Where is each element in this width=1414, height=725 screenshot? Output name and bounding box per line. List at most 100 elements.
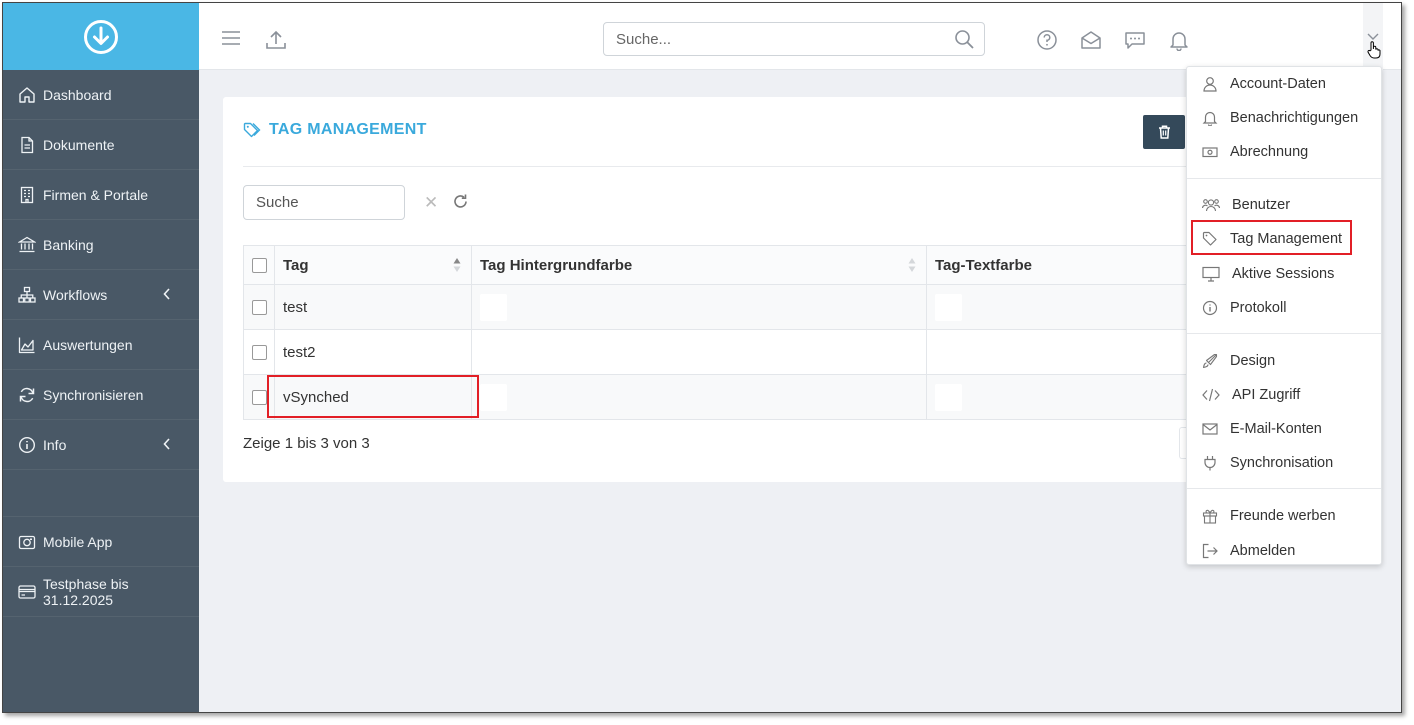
menu-item-abrechnung[interactable]: Abrechnung [1187,137,1381,167]
row-checkbox[interactable] [252,390,267,406]
chevron-left-icon [163,438,170,450]
search-icon[interactable] [954,29,975,50]
menu-item-aktive-sessions[interactable]: Aktive Sessions [1187,259,1381,289]
plug-icon [1204,456,1216,471]
sidebar-item-auswertungen[interactable]: Auswertungen [3,320,199,370]
table-search-placeholder: Suche [256,194,299,211]
sidebar-item-banking[interactable]: Banking [3,220,199,270]
sidebar-item-synchronisieren[interactable]: Synchronisieren [3,370,199,420]
logo[interactable] [3,3,199,70]
code-icon [1202,388,1220,402]
search-placeholder: Suche... [616,30,672,48]
menu-divider [1187,333,1381,334]
help-icon[interactable] [1036,29,1058,51]
logout-icon [1202,543,1218,559]
info-icon [1202,300,1218,316]
sidebar-item-label: Banking [43,236,94,253]
clear-search-icon[interactable]: ✕ [424,193,438,213]
sidebar-item-label: Firmen & Portale [43,186,149,203]
sort-icon [908,258,916,272]
menu-divider [1187,488,1381,489]
row-checkbox-cell [243,284,275,330]
sidebar-item-dokumente[interactable]: Dokumente [3,120,199,170]
color-swatch [480,293,507,321]
pagination-info: Zeige 1 bis 3 von 3 [243,435,370,452]
sidebar-item-dashboard[interactable]: Dashboard [3,70,199,120]
global-search-input[interactable]: Suche... [603,22,985,56]
chevron-down-icon [1367,33,1379,40]
download-logo-icon [84,19,118,54]
page-title-text: TAG MANAGEMENT [269,121,427,138]
delete-button[interactable] [1143,115,1185,149]
menu-item-benachrichtigungen[interactable]: Benachrichtigungen [1187,103,1381,133]
menu-item-email-konten[interactable]: E-Mail-Konten [1187,414,1381,444]
row-checkbox[interactable] [252,300,267,316]
area-chart-icon [18,337,35,353]
tag-cell: test2 [274,329,472,375]
menu-item-label: Abmelden [1230,543,1296,559]
user-menu-toggle[interactable] [1363,3,1383,70]
highlight-box-vsynched [267,375,479,418]
table-search-input[interactable]: Suche [243,185,405,220]
menu-item-synchronisation[interactable]: Synchronisation [1187,448,1381,478]
table-row[interactable]: test [243,284,1243,330]
bell-icon[interactable] [1168,29,1190,51]
select-all-checkbox[interactable] [252,258,267,274]
menu-item-benutzer[interactable]: Benutzer [1187,190,1381,220]
menu-item-abmelden[interactable]: Abmelden [1187,536,1381,566]
building-icon [20,186,34,203]
users-icon [1202,199,1220,212]
tag-cell: test [274,284,472,330]
sidebar-item-label: Testphase bis 31.12.2025 [43,575,129,608]
menu-item-account-daten[interactable]: Account-Daten [1187,69,1381,99]
info-circle-icon [18,436,36,453]
upload-icon[interactable] [265,29,287,51]
column-header-tag[interactable]: Tag [274,245,472,285]
sidebar-item-label: Synchronisieren [43,386,144,403]
sidebar-bottom: Mobile App Testphase bis 31.12.2025 [3,516,199,617]
sidebar-item-info[interactable]: Info [3,420,199,470]
menu-item-api-zugriff[interactable]: API Zugriff [1187,380,1381,410]
menu-item-design[interactable]: Design [1187,346,1381,376]
menu-item-label: API Zugriff [1232,387,1301,403]
document-icon [21,136,34,153]
table-row[interactable]: test2 [243,329,1243,375]
menu-item-protokoll[interactable]: Protokoll [1187,293,1381,323]
column-header-label: Tag [283,256,309,274]
select-all-cell [243,245,275,285]
envelope-open-icon[interactable] [1080,29,1102,51]
menu-item-label: Design [1230,353,1276,369]
column-header-label: Tag Hintergrundfarbe [480,256,633,274]
tag-management-card: TAG MANAGEMENT Suche ✕ Tag Tag Hintergru… [223,97,1243,482]
column-header-background-color[interactable]: Tag Hintergrundfarbe [471,245,927,285]
trash-icon [1158,125,1170,139]
menu-item-label: Account-Daten [1230,76,1326,92]
hamburger-menu-icon[interactable] [221,30,241,46]
row-checkbox[interactable] [252,345,267,361]
sidebar-item-label: Workflows [43,286,108,303]
sidebar-item-testphase[interactable]: Testphase bis 31.12.2025 [3,567,199,617]
sync-icon [19,387,35,402]
sidebar: Dashboard Dokumente Firmen & Portale Ban… [3,3,199,712]
money-icon [1202,147,1218,158]
sidebar-item-label: Info [43,436,67,453]
user-icon [1203,77,1217,92]
bank-icon [18,236,36,252]
row-checkbox-cell [243,329,275,375]
monitor-icon [1202,266,1220,282]
app-window: Dashboard Dokumente Firmen & Portale Ban… [2,2,1402,713]
sidebar-item-workflows[interactable]: Workflows [3,270,199,320]
hand-cursor-icon [1367,41,1381,59]
sidebar-item-firmen-portale[interactable]: Firmen & Portale [3,170,199,220]
menu-item-freunde-werben[interactable]: Freunde werben [1187,501,1381,531]
sidebar-item-label: Mobile App [43,533,113,550]
menu-item-label: E-Mail-Konten [1230,421,1322,437]
bell-icon [1202,111,1218,126]
refresh-icon[interactable] [452,193,469,210]
menu-item-label: Benachrichtigungen [1230,110,1359,126]
table-header-row: Tag Tag Hintergrundfarbe Tag-Textfarbe [243,245,1243,285]
sidebar-item-mobile-app[interactable]: Mobile App [3,517,199,567]
highlight-box-tag-management [1191,220,1352,255]
menu-item-label: Abrechnung [1230,144,1309,160]
chat-icon[interactable] [1124,29,1146,51]
